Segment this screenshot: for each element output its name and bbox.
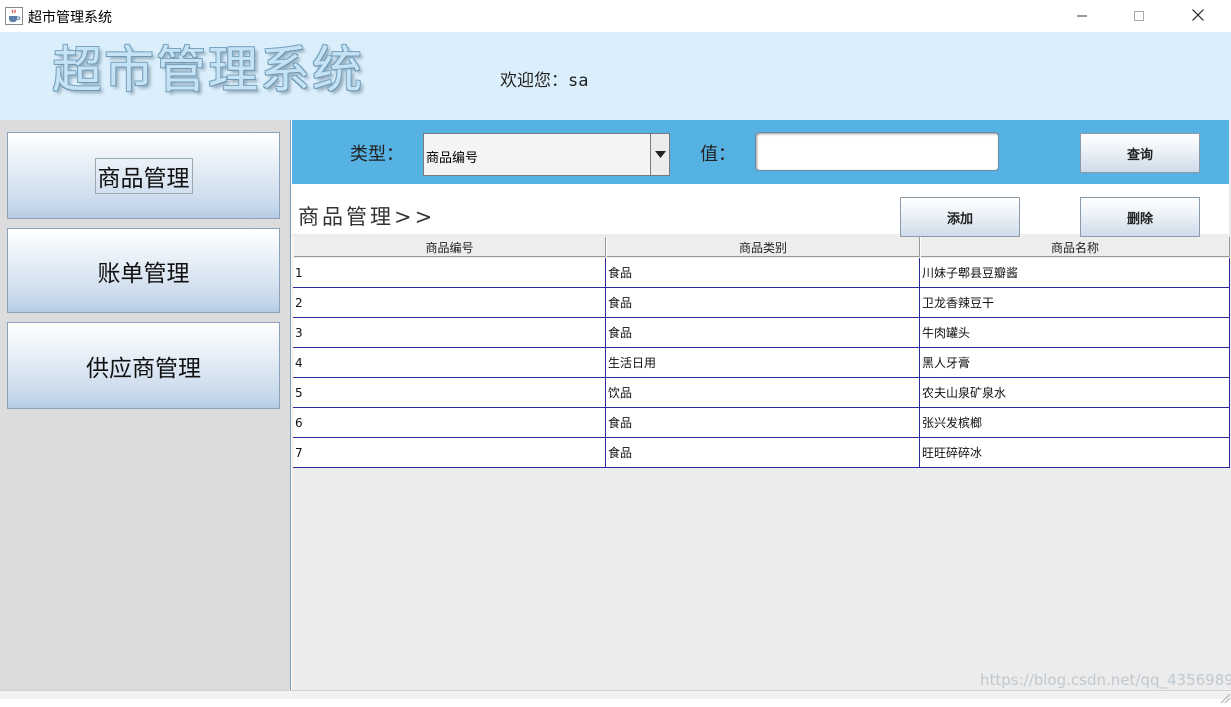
cell-goods-id: 5: [293, 378, 606, 407]
minimize-button[interactable]: [1059, 0, 1105, 32]
type-label: 类型：: [350, 144, 404, 165]
watermark: https://blog.csdn.net/qq_43569892: [980, 671, 1231, 689]
cell-goods-category: 食品: [606, 438, 920, 467]
sidebar-item-label: 供应商管理: [86, 355, 201, 382]
window-bottom-edge: [0, 690, 1231, 699]
table-row[interactable]: 1 食品 川妹子郫县豆瓣酱: [293, 258, 1230, 288]
window-title: 超市管理系统: [28, 10, 112, 26]
cell-goods-name: 卫龙香辣豆干: [920, 288, 1230, 317]
cell-goods-id: 2: [293, 288, 606, 317]
cell-goods-category: 食品: [606, 258, 920, 287]
cell-goods-name: 张兴发槟榔: [920, 408, 1230, 437]
cell-goods-name: 牛肉罐头: [920, 318, 1230, 347]
cell-goods-category: 生活日用: [606, 348, 920, 377]
cell-goods-name: 农夫山泉矿泉水: [920, 378, 1230, 407]
table-header: 商品编号 商品类别 商品名称: [293, 237, 1230, 257]
close-icon: [1191, 7, 1205, 26]
cell-goods-category: 食品: [606, 408, 920, 437]
chevron-down-icon[interactable]: [650, 134, 669, 175]
java-cup-icon: [5, 7, 23, 25]
welcome-message: 欢迎您：sa: [500, 66, 588, 91]
close-button[interactable]: [1175, 0, 1221, 32]
type-select[interactable]: 商品编号: [423, 133, 670, 176]
sidebar-item-goods-management[interactable]: 商品管理: [7, 132, 280, 219]
cell-goods-category: 饮品: [606, 378, 920, 407]
cell-goods-name: 川妹子郫县豆瓣酱: [920, 258, 1230, 287]
cell-goods-name: 黑人牙膏: [920, 348, 1230, 377]
maximize-button[interactable]: [1116, 0, 1162, 32]
table-row[interactable]: 2 食品 卫龙香辣豆干: [293, 288, 1230, 318]
table-row[interactable]: 4 生活日用 黑人牙膏: [293, 348, 1230, 378]
table-row[interactable]: 6 食品 张兴发槟榔: [293, 408, 1230, 438]
sidebar-item-label: 账单管理: [97, 260, 190, 287]
cell-goods-id: 1: [293, 258, 606, 287]
column-header-goods-category[interactable]: 商品类别: [606, 237, 920, 257]
cell-goods-id: 4: [293, 348, 606, 377]
cell-goods-id: 7: [293, 438, 606, 467]
cell-goods-id: 3: [293, 318, 606, 347]
cell-goods-category: 食品: [606, 318, 920, 347]
column-header-goods-id[interactable]: 商品编号: [293, 237, 606, 257]
minimize-icon: [1076, 7, 1088, 26]
cell-goods-name: 旺旺碎碎冰: [920, 438, 1230, 467]
table-row[interactable]: 5 饮品 农夫山泉矿泉水: [293, 378, 1230, 408]
cell-goods-id: 6: [293, 408, 606, 437]
resize-grip-icon[interactable]: [1219, 688, 1231, 704]
query-button[interactable]: 查询: [1080, 133, 1200, 173]
table-row[interactable]: 3 食品 牛肉罐头: [293, 318, 1230, 348]
section-title: 商品管理>>: [298, 205, 436, 229]
add-button[interactable]: 添加: [900, 197, 1020, 237]
username: sa: [568, 71, 589, 91]
cell-goods-category: 食品: [606, 288, 920, 317]
sidebar-item-label: 商品管理: [94, 157, 193, 194]
value-label: 值：: [700, 144, 736, 165]
delete-button[interactable]: 删除: [1080, 197, 1200, 237]
maximize-icon: [1133, 7, 1145, 26]
welcome-prefix: 欢迎您：: [500, 71, 568, 91]
sidebar-item-bill-management[interactable]: 账单管理: [7, 228, 280, 313]
window-title-bar: [0, 0, 1231, 32]
column-header-goods-name[interactable]: 商品名称: [920, 237, 1230, 257]
banner-title: 超市管理系统: [52, 41, 364, 99]
sidebar-item-supplier-management[interactable]: 供应商管理: [7, 322, 280, 409]
value-input[interactable]: [755, 132, 999, 171]
table-row[interactable]: 7 食品 旺旺碎碎冰: [293, 438, 1230, 468]
type-select-value: 商品编号: [426, 151, 479, 166]
